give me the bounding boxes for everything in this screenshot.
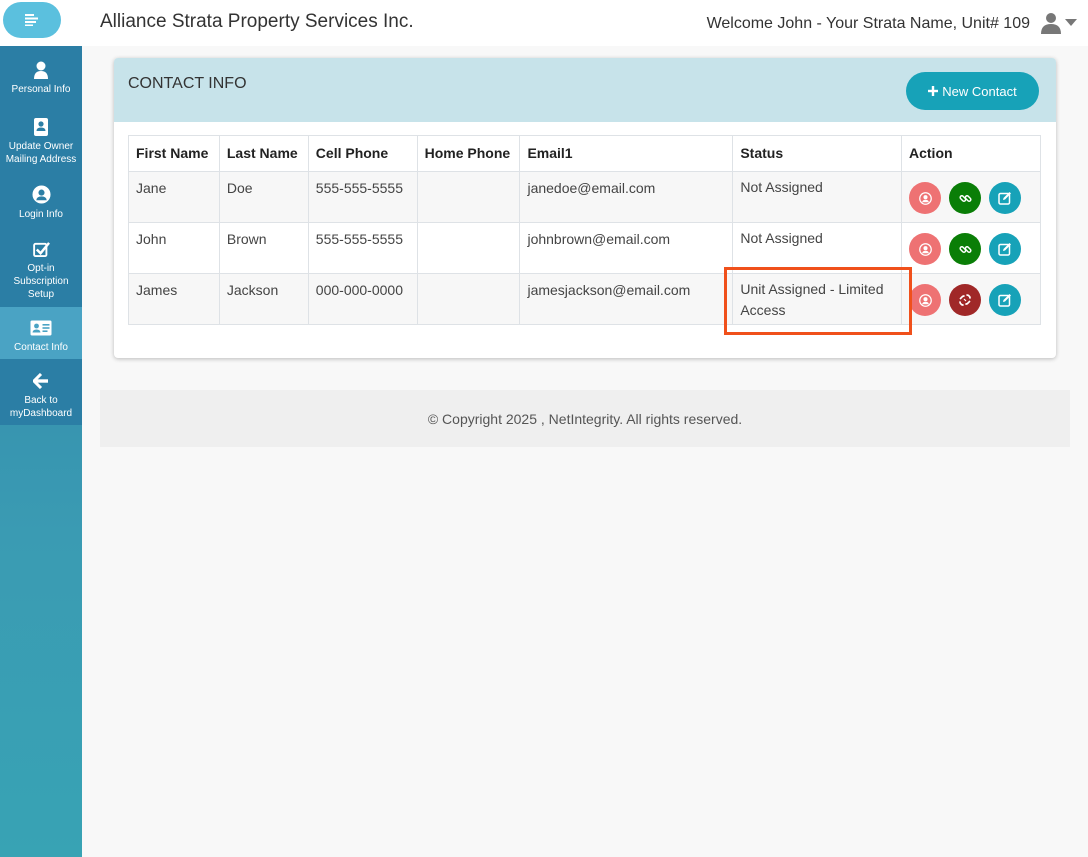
email-cell: janedoe@email.com <box>519 171 734 223</box>
link-icon <box>958 245 972 253</box>
app-title: Alliance Strata Property Services Inc. <box>100 11 414 32</box>
sidebar-item-label: Login Info <box>19 208 63 220</box>
address-book-icon <box>33 117 49 137</box>
column-header: Action <box>901 135 1041 172</box>
first-name-cell: James <box>128 273 220 325</box>
unlink-icon <box>959 294 971 306</box>
column-header: Home Phone <box>416 135 521 172</box>
column-header: Cell Phone <box>307 135 418 172</box>
contact-info-panel: CONTACT INFO New Contact First Name Last… <box>114 58 1056 358</box>
home-phone-cell <box>416 171 521 223</box>
first-name-cell: John <box>128 222 220 274</box>
status-cell: Not Assigned <box>732 222 902 274</box>
link-icon <box>958 194 972 202</box>
footer: © Copyright 2025 , NetIntegrity. All rig… <box>100 390 1070 447</box>
user-icon <box>34 60 48 80</box>
sidebar-item-label: Personal Info <box>11 84 71 95</box>
unlink-unit-button[interactable] <box>949 284 981 316</box>
first-name-cell: Jane <box>128 171 220 223</box>
copyright-text: © Copyright 2025 , NetIntegrity. All rig… <box>427 410 743 427</box>
column-header: Email1 <box>519 135 734 172</box>
status-cell: Unit Assigned - Limited Access <box>732 273 902 325</box>
caret-down-icon <box>1065 19 1077 26</box>
arrow-left-icon <box>33 371 49 391</box>
user-circle-icon <box>31 185 51 205</box>
sidebar-item-personal-info[interactable]: Personal Info <box>0 46 82 104</box>
home-phone-cell <box>416 222 521 274</box>
user-action-button[interactable] <box>909 233 941 265</box>
panel-header: CONTACT INFO New Contact <box>114 58 1056 122</box>
user-icon <box>1041 13 1061 34</box>
action-cell <box>901 273 1041 325</box>
sidebar-item-label: Opt-in Subscription Setup <box>13 263 69 300</box>
edit-icon <box>998 192 1011 205</box>
sidebar-item-label: Update Owner Mailing Address <box>5 140 77 165</box>
action-cell <box>901 222 1041 274</box>
email-cell: jamesjackson@email.com <box>519 273 734 325</box>
hamburger-icon <box>25 14 38 26</box>
id-card-icon <box>30 318 52 338</box>
status-cell: Not Assigned <box>732 171 902 223</box>
last-name-cell: Brown <box>218 222 309 274</box>
sidebar-item-login-info[interactable]: Login Info <box>0 172 82 227</box>
table-row: Jane Doe 555-555-5555 janedoe@email.com … <box>128 171 1041 223</box>
new-contact-button[interactable]: New Contact <box>906 72 1039 110</box>
sidebar: Personal Info Update Owner Mailing Addre… <box>0 46 82 857</box>
column-header: Status <box>732 135 902 172</box>
edit-icon <box>998 243 1011 256</box>
user-circle-icon <box>918 242 932 256</box>
action-cell <box>901 171 1041 223</box>
last-name-cell: Doe <box>218 171 309 223</box>
sidebar-item-back-to-dashboard[interactable]: Back to myDashboard <box>0 359 82 425</box>
top-bar: Alliance Strata Property Services Inc. W… <box>0 0 1088 46</box>
edit-contact-button[interactable] <box>989 284 1021 316</box>
sidebar-item-label: Contact Info <box>14 342 68 353</box>
user-circle-icon <box>918 191 932 205</box>
sidebar-item-subscription-setup[interactable]: Opt-in Subscription Setup <box>0 227 82 307</box>
link-unit-button[interactable] <box>949 233 981 265</box>
user-menu[interactable] <box>1040 10 1084 36</box>
cell-phone-cell: 000-000-0000 <box>307 273 418 325</box>
edit-contact-button[interactable] <box>989 233 1021 265</box>
home-phone-cell <box>416 273 521 325</box>
new-contact-label: New Contact <box>942 83 1017 99</box>
welcome-text: Welcome John - Your Strata Name, Unit# 1… <box>706 15 1030 32</box>
column-header: First Name <box>128 135 220 172</box>
sidebar-item-contact-info[interactable]: Contact Info <box>0 307 82 359</box>
checkbox-icon <box>32 239 50 259</box>
email-cell: johnbrown@email.com <box>519 222 734 274</box>
plus-icon <box>928 86 939 96</box>
link-unit-button[interactable] <box>949 182 981 214</box>
edit-contact-button[interactable] <box>989 182 1021 214</box>
panel-title: CONTACT INFO <box>128 75 247 92</box>
menu-toggle-button[interactable] <box>3 2 61 38</box>
user-action-button[interactable] <box>909 182 941 214</box>
cell-phone-cell: 555-555-5555 <box>307 171 418 223</box>
table-row: John Brown 555-555-5555 johnbrown@email.… <box>128 222 1041 274</box>
sidebar-item-label: Back to myDashboard <box>9 394 73 419</box>
user-action-button[interactable] <box>909 284 941 316</box>
sidebar-item-mailing-address[interactable]: Update Owner Mailing Address <box>0 104 82 172</box>
column-header: Last Name <box>218 135 309 172</box>
table-header-row: First Name Last Name Cell Phone Home Pho… <box>128 135 1041 172</box>
contacts-table: First Name Last Name Cell Phone Home Pho… <box>128 135 1041 325</box>
last-name-cell: Jackson <box>218 273 309 325</box>
cell-phone-cell: 555-555-5555 <box>307 222 418 274</box>
table-row: James Jackson 000-000-0000 jamesjackson@… <box>128 273 1041 325</box>
user-circle-icon <box>918 293 932 307</box>
edit-icon <box>998 294 1011 307</box>
